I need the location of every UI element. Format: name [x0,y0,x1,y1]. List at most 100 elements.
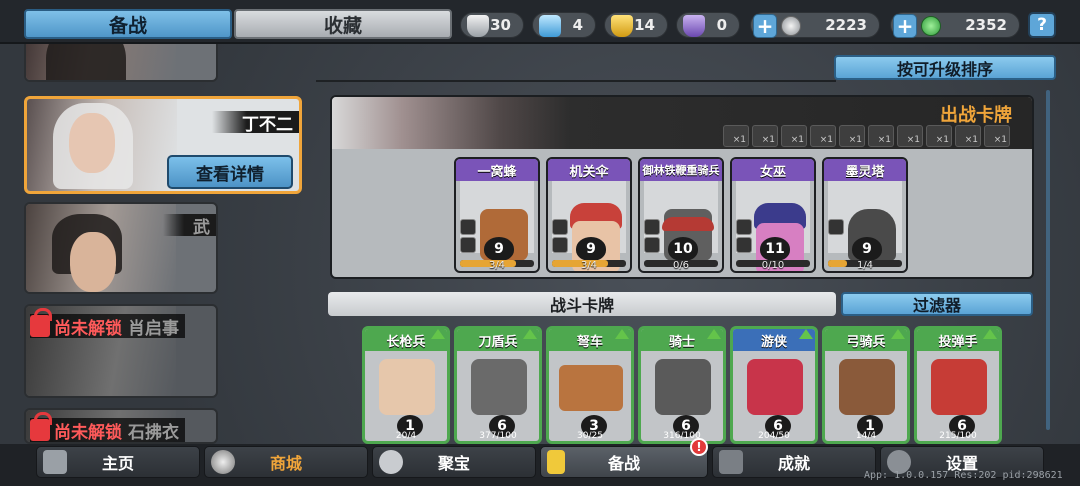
alert-badge: ! [690,438,708,456]
card-trait-icon [736,237,752,253]
slot-counter: ×1 [955,125,981,147]
battle-card[interactable]: 刀盾兵 6 377/100 [454,326,542,444]
card-count: 30/25 [577,431,603,441]
card-count: 215/100 [939,431,977,441]
lock-banner: 尚未解锁 肖启事 [30,308,185,339]
unit-figure [931,359,987,415]
hero-card-top-partial[interactable] [24,44,218,82]
scrollbar[interactable] [1046,90,1050,430]
nav-prep[interactable]: 备战 [540,446,708,478]
upgrade-arrow-icon [983,329,997,339]
hero-hair [46,44,126,80]
crossbow-cart-figure [559,365,623,411]
card-count: 14/4 [855,431,877,441]
card-count: 204/50 [758,431,790,441]
achievements-icon [719,450,743,474]
purple-shield-icon [683,15,705,37]
divider [316,80,836,82]
purple-shield-value: 0 [716,16,727,34]
battle-cards-header: 战斗卡牌 [328,292,836,316]
slot-counter: ×1 [926,125,952,147]
nav-shop-label: 商城 [269,454,302,473]
upgrade-arrow-icon [523,329,537,339]
nav-achieve-label: 成就 [777,454,810,473]
slot-counter: ×1 [781,125,807,147]
add-silver-coin-button[interactable]: + [753,14,777,38]
card-trait-icon [736,219,752,235]
tab-prep[interactable]: 备战 [24,9,232,39]
card-level: 10 [668,237,698,261]
nav-treasure[interactable]: 聚宝 [372,446,536,478]
silver-coin-icon [781,16,801,36]
green-gem-counter: + 2352 [890,12,1020,38]
deck-title: 出战卡牌 [940,105,1012,126]
locked-label: 尚未解锁 [54,422,122,443]
lock-icon [30,412,52,441]
hero-card-locked[interactable]: 尚未解锁 肖启事 [24,304,218,398]
silver-coin-counter: + 2223 [750,12,880,38]
hero-face [70,232,116,292]
card-count: 316/100 [663,431,701,441]
view-details-button[interactable]: 查看详情 [167,155,293,189]
help-button[interactable]: ? [1028,12,1056,38]
nav-achievements[interactable]: 成就 [712,446,876,478]
card-trait-icon [828,219,844,235]
battle-card[interactable]: 游侠 6 204/50 [730,326,818,444]
deck-card[interactable]: 御林铁鞭重骑兵 10 0/6 [638,157,724,273]
slot-counter: ×1 [897,125,923,147]
tab-collection[interactable]: 收藏 [234,9,452,39]
lock-banner: 尚未解锁 石拂衣 [30,412,185,443]
card-level: 9 [576,237,606,261]
slot-counter: ×1 [752,125,778,147]
deck-card[interactable]: 机关伞 9 3/4 [546,157,632,273]
hero-card[interactable]: 武 [24,202,218,294]
silver-shield-counter: 30 [460,12,524,38]
upgrade-arrow-icon [431,329,445,339]
deck-card[interactable]: 墨灵塔 9 1/4 [822,157,908,273]
nav-shop[interactable]: 商城 [204,446,368,478]
card-count: 20/4 [395,431,417,441]
version-info: App: 1.0.0.157 Res:202 pid:298621 [864,470,1063,481]
deck-card[interactable]: 女巫 11 0/10 [730,157,816,273]
gold-shield-value: 14 [634,16,655,34]
battle-card[interactable]: 弓骑兵 1 14/4 [822,326,910,444]
nav-home[interactable]: 主页 [36,446,200,478]
slot-counter: ×1 [868,125,894,147]
locked-label: 尚未解锁 [54,318,122,339]
hero-card-locked[interactable]: 尚未解锁 石拂衣 [24,408,218,444]
card-count: 0/6 [672,260,690,271]
silver-shield-icon [467,15,489,37]
hero-card-selected[interactable]: 丁不二 查看详情 [24,96,302,194]
deck-card[interactable]: 一窝蜂 9 3/4 [454,157,540,273]
deck-slot-row: ×1 ×1 ×1 ×1 ×1 ×1 ×1 ×1 ×1 ×1 [723,125,1010,147]
filter-button[interactable]: 过滤器 [841,292,1033,316]
card-trait-icon [460,237,476,253]
nav-prep-label: 备战 [607,454,640,473]
card-name: 御林铁鞭重骑兵 [640,159,722,181]
card-trait-icon [644,237,660,253]
card-name: 一窝蜂 [456,159,538,181]
sort-by-upgradable-button[interactable]: 按可升级排序 [834,55,1056,80]
battle-card[interactable]: 长枪兵 1 20/4 [362,326,450,444]
battle-card[interactable]: 骑士 6 316/100 [638,326,726,444]
slot-counter: ×1 [984,125,1010,147]
unit-figure [839,359,895,415]
blue-crystal-counter: 4 [532,12,596,38]
add-green-gem-button[interactable]: + [893,14,917,38]
card-count: 3/4 [580,260,598,271]
upgrade-arrow-icon [799,329,813,339]
hero-name: 丁不二 [212,111,299,135]
card-name: 墨灵塔 [824,159,906,181]
green-gem-value: 2352 [965,16,1007,34]
card-count: 377/100 [479,431,517,441]
slot-counter: ×1 [810,125,836,147]
card-trait-icon [552,219,568,235]
card-level: 11 [760,237,790,261]
home-icon [43,450,67,474]
card-trait-icon [644,219,660,235]
battle-card[interactable]: 弩车 3 30/25 [546,326,634,444]
hero-face [69,113,115,173]
battle-card[interactable]: 投弹手 6 215/100 [914,326,1002,444]
card-level: 9 [852,237,882,261]
card-count: 0/10 [761,260,785,271]
